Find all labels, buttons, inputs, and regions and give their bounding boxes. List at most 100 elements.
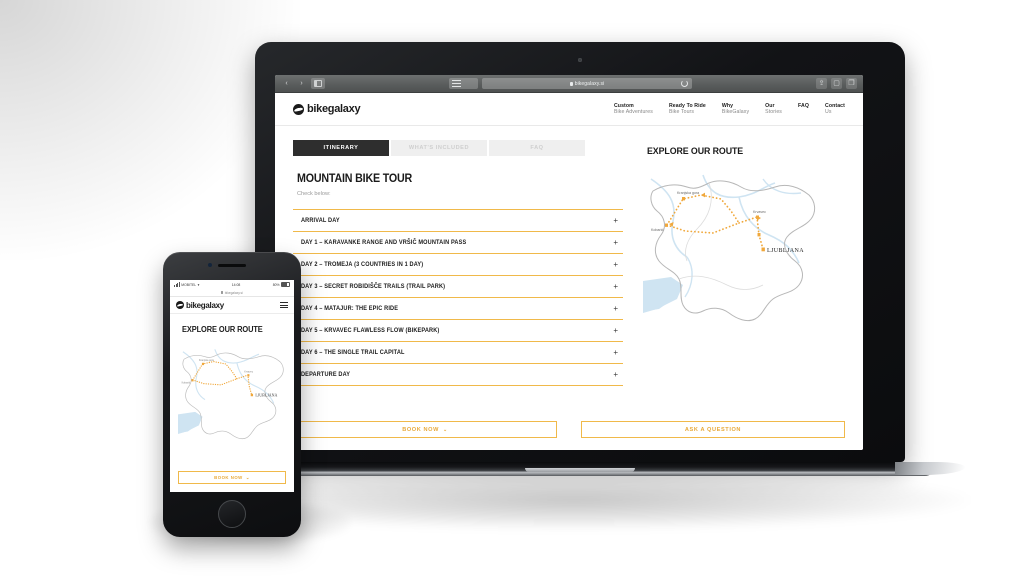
nav-item-custom[interactable]: Custom Bike Adventures <box>614 103 653 116</box>
nav-item-faq[interactable]: FAQ <box>798 103 809 110</box>
website-content: bikegalaxy Custom Bike Adventures Ready … <box>275 93 863 450</box>
site-logo[interactable]: bikegalaxy <box>293 103 361 115</box>
svg-text:LJUBLJANA: LJUBLJANA <box>255 393 277 398</box>
site-header: bikegalaxy Custom Bike Adventures Ready … <box>275 93 863 126</box>
clock-label: 14:08 <box>231 282 241 287</box>
tab-whats-included[interactable]: WHAT'S INCLUDED <box>391 140 487 156</box>
front-camera-icon <box>208 263 212 267</box>
chevron-down-icon: ⌄ <box>245 474 250 480</box>
route-title: EXPLORE OUR ROUTE <box>647 146 744 157</box>
book-now-label: BOOK NOW <box>402 426 439 433</box>
ask-a-question-button[interactable]: ASK A QUESTION <box>581 421 845 438</box>
nav-item-our-stories[interactable]: Our Stories <box>765 103 782 116</box>
battery-label: 80% <box>272 282 280 287</box>
battery-icon <box>280 281 290 288</box>
chevron-down-icon: ⌄ <box>443 426 448 433</box>
laptop-shadow <box>250 470 970 530</box>
list-item[interactable]: DAY 6 – THE SINGLE TRAIL CAPITAL + <box>293 342 623 364</box>
phone-page-title: EXPLORE OUR ROUTE <box>182 325 263 334</box>
expand-icon[interactable]: + <box>613 216 620 225</box>
browser-toolbar: ‹ › bikegalaxy.si ⇪ ▢ ❐ <box>275 75 863 93</box>
expand-icon[interactable]: + <box>613 260 620 269</box>
nav-label-secondary: Us <box>824 109 832 115</box>
tabs-icon[interactable]: ❐ <box>846 78 857 89</box>
nav-label-secondary: Bike Tours <box>668 109 695 115</box>
expand-icon[interactable]: + <box>613 348 620 357</box>
svg-text:Krvavec: Krvavec <box>244 371 254 374</box>
nav-item-contact[interactable]: Contact Us <box>825 103 845 116</box>
slovenia-map-svg: Kranjska gora Kobarid Krvavec LJUBLJANA <box>643 173 819 339</box>
lock-icon <box>569 81 573 86</box>
search-icon[interactable] <box>449 78 478 89</box>
list-item[interactable]: DAY 2 – TROMEJA (3 COUNTRIES IN 1 DAY) + <box>293 254 623 276</box>
expand-icon[interactable]: + <box>613 282 620 291</box>
share-icon[interactable]: ⇪ <box>816 78 827 89</box>
reload-icon[interactable] <box>681 80 688 87</box>
carrier-label: MOBITEL <box>181 282 197 287</box>
nav-item-ready-to-ride[interactable]: Ready To Ride Bike Tours <box>669 103 706 116</box>
laptop-screen: ‹ › bikegalaxy.si ⇪ ▢ ❐ bikegalaxy Custo… <box>275 75 863 450</box>
page-title: MOUNTAIN BIKE TOUR <box>297 173 413 185</box>
forward-button[interactable]: › <box>296 78 307 89</box>
list-item[interactable]: DEPARTURE DAY + <box>293 364 623 386</box>
itinerary-label: DEPARTURE DAY <box>301 371 351 378</box>
signal-icon <box>174 282 180 287</box>
nav-label-secondary: Bike Adventures <box>613 109 653 115</box>
list-item[interactable]: DAY 4 – MATAJUR: THE EPIC RIDE + <box>293 298 623 320</box>
nav-label-secondary: BikeGalaxy <box>721 109 750 115</box>
tab-itinerary[interactable]: ITINERARY <box>293 140 389 156</box>
expand-icon[interactable]: + <box>613 304 620 313</box>
scene: ‹ › bikegalaxy.si ⇪ ▢ ❐ bikegalaxy Custo… <box>0 0 1024 576</box>
phone-book-now-button[interactable]: BOOK NOW ⌄ <box>178 471 286 484</box>
list-item[interactable]: DAY 1 – KARAVANKE RANGE AND VRŠIČ MOUNTA… <box>293 232 623 254</box>
nav-label-secondary: Stories <box>765 109 783 115</box>
phone-device: MOBITEL ▾ 14:08 80% bikegalaxy.si bikega… <box>163 252 301 537</box>
list-item[interactable]: ARRIVAL DAY + <box>293 209 623 232</box>
itinerary-label: DAY 3 – SECRET ROBIDIŠČE TRAILS (TRAIL P… <box>301 283 446 290</box>
itinerary-list: ARRIVAL DAY + DAY 1 – KARAVANKE RANGE AN… <box>293 209 623 386</box>
itinerary-label: DAY 1 – KARAVANKE RANGE AND VRŠIČ MOUNTA… <box>301 239 467 246</box>
laptop-base <box>225 462 935 476</box>
book-now-button[interactable]: BOOK NOW ⌄ <box>293 421 557 438</box>
phone-book-now-label: BOOK NOW <box>214 475 243 480</box>
svg-text:Kobarid: Kobarid <box>182 382 191 385</box>
nav-label-primary: FAQ <box>798 102 809 109</box>
back-button[interactable]: ‹ <box>281 78 292 89</box>
itinerary-label: DAY 2 – TROMEJA (3 COUNTRIES IN 1 DAY) <box>301 261 424 268</box>
laptop-notch <box>525 468 635 472</box>
itinerary-label: DAY 6 – THE SINGLE TRAIL CAPITAL <box>301 349 405 356</box>
url-text: bikegalaxy.si <box>574 80 605 87</box>
page-subtitle: Check below: <box>297 191 331 197</box>
expand-icon[interactable]: + <box>613 238 620 247</box>
lock-icon <box>221 291 224 294</box>
new-tab-icon[interactable]: ▢ <box>831 78 842 89</box>
list-item[interactable]: DAY 3 – SECRET ROBIDIŠČE TRAILS (TRAIL P… <box>293 276 623 298</box>
webcam-icon <box>578 58 582 62</box>
logo-text: bikegalaxy <box>307 103 361 115</box>
address-bar[interactable]: bikegalaxy.si <box>482 78 692 89</box>
phone-logo[interactable]: bikegalaxy <box>176 301 224 310</box>
svg-text:LJUBLJANA: LJUBLJANA <box>767 248 804 254</box>
expand-icon[interactable]: + <box>613 370 620 379</box>
list-item[interactable]: DAY 5 – KRVAVEC FLAWLESS FLOW (BIKEPARK)… <box>293 320 623 342</box>
svg-text:Kobarid: Kobarid <box>651 228 663 232</box>
cta-row: BOOK NOW ⌄ ASK A QUESTION <box>293 421 845 438</box>
route-map[interactable]: Kranjska gora Kobarid Krvavec LJUBLJANA <box>643 173 819 339</box>
expand-icon[interactable]: + <box>613 326 620 335</box>
earpiece-speaker <box>218 264 246 267</box>
phone-address-bar[interactable]: bikegalaxy.si <box>170 289 294 297</box>
bikegalaxy-logo-icon <box>293 103 304 115</box>
home-button[interactable] <box>218 500 246 528</box>
sidebar-icon[interactable] <box>311 78 325 89</box>
phone-route-map[interactable]: Kranjska gora Kobarid Krvavec LJUBLJANA <box>178 348 286 450</box>
phone-slovenia-map-svg: Kranjska gora Kobarid Krvavec LJUBLJANA <box>178 348 286 450</box>
phone-url-text: bikegalaxy.si <box>224 290 243 295</box>
svg-text:Kranjska gora: Kranjska gora <box>199 359 215 362</box>
tab-faq[interactable]: FAQ <box>489 140 585 156</box>
nav-item-why[interactable]: Why BikeGalaxy <box>722 103 749 116</box>
hamburger-icon[interactable] <box>280 302 288 308</box>
bikegalaxy-logo-icon <box>176 301 184 309</box>
browser-window: ‹ › bikegalaxy.si ⇪ ▢ ❐ bikegalaxy Custo… <box>275 75 863 450</box>
itinerary-column: ITINERARY WHAT'S INCLUDED FAQ MOUNTAIN B… <box>293 140 623 386</box>
laptop-lid: ‹ › bikegalaxy.si ⇪ ▢ ❐ bikegalaxy Custo… <box>255 42 905 462</box>
